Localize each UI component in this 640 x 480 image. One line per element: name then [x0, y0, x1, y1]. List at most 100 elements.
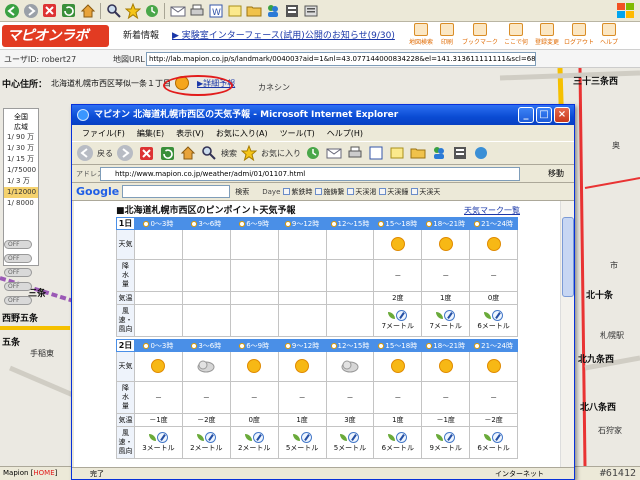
- back-button[interactable]: 戻る: [97, 148, 113, 159]
- edit-icon[interactable]: W: [207, 2, 224, 19]
- search-button[interactable]: 検索: [221, 148, 237, 159]
- wind-leaf-icon: [388, 312, 396, 319]
- home-icon[interactable]: [179, 144, 197, 162]
- folder-icon[interactable]: [245, 2, 262, 19]
- wind-cell: 5メートル: [277, 426, 327, 459]
- messenger-icon[interactable]: [430, 144, 448, 162]
- favorites-button[interactable]: お気に入り: [261, 148, 301, 159]
- temperature-value: [277, 291, 327, 305]
- wind-direction-icon: [204, 432, 216, 443]
- map-search-button[interactable]: 地図検索: [408, 23, 434, 49]
- menu-tools[interactable]: ツール(T): [280, 128, 315, 139]
- layer-toggle[interactable]: OFF: [4, 296, 32, 305]
- close-button[interactable]: ×: [554, 107, 570, 123]
- menu-help[interactable]: ヘルプ(H): [327, 128, 363, 139]
- time-slot-header: 12〜15時: [325, 217, 375, 230]
- messenger-icon[interactable]: [264, 2, 281, 19]
- search-icon[interactable]: [105, 2, 122, 19]
- settings-change-button[interactable]: 登録変更: [532, 23, 562, 49]
- empty-cell: [181, 229, 231, 260]
- edit-icon[interactable]: [367, 144, 385, 162]
- stop-icon[interactable]: [137, 144, 155, 162]
- minimize-button[interactable]: _: [518, 107, 534, 123]
- search-icon[interactable]: [200, 144, 218, 162]
- google-word-button[interactable]: 天渓天: [411, 187, 440, 197]
- sunny-icon: [421, 229, 471, 260]
- scroll-thumb[interactable]: [562, 217, 574, 297]
- scale-option-selected[interactable]: 1/12000: [4, 187, 38, 198]
- forward-icon[interactable]: [22, 2, 39, 19]
- precip-value: －: [325, 381, 375, 414]
- refresh-icon[interactable]: [158, 144, 176, 162]
- scale-option[interactable]: 1/ 3 万: [4, 176, 38, 187]
- help-button[interactable]: ヘルプ: [596, 23, 622, 49]
- popup-title-bar[interactable]: マピオン 北海道札幌市西区の天気予報 - Microsoft Internet …: [72, 105, 574, 125]
- discuss-icon[interactable]: [388, 144, 406, 162]
- forward-icon[interactable]: [116, 144, 134, 162]
- google-word-button[interactable]: 紫鉄時: [283, 187, 312, 197]
- maximize-button[interactable]: □: [536, 107, 552, 123]
- temperature-value: [134, 291, 183, 305]
- menu-view[interactable]: 表示(V): [176, 128, 204, 139]
- news-link[interactable]: ▶ 実験室インターフェース(試用)公開のお知らせ(9/30): [172, 28, 395, 41]
- wind-direction-icon: [396, 310, 408, 321]
- history-icon[interactable]: [304, 144, 322, 162]
- google-search-button[interactable]: 検索: [233, 187, 251, 197]
- mail-icon[interactable]: [325, 144, 343, 162]
- time-slot-header: 3〜6時: [181, 339, 231, 352]
- mapion-lab-logo[interactable]: マピオンラボ: [2, 25, 109, 47]
- google-search-input[interactable]: [122, 185, 231, 198]
- layer-toggle[interactable]: OFF: [4, 254, 32, 263]
- go-button[interactable]: 移動: [534, 167, 570, 181]
- menu-edit[interactable]: 編集(E): [137, 128, 164, 139]
- research-icon[interactable]: [283, 2, 300, 19]
- popup-title: マピオン 北海道札幌市西区の天気予報 - Microsoft Internet …: [94, 110, 399, 120]
- weather-mark-list-link[interactable]: 天気マーク一覧: [464, 205, 520, 216]
- discuss-icon[interactable]: [226, 2, 243, 19]
- refresh-icon[interactable]: [60, 2, 77, 19]
- mail-icon[interactable]: [169, 2, 186, 19]
- back-icon[interactable]: [3, 2, 20, 19]
- research-icon[interactable]: [451, 144, 469, 162]
- popup-scrollbar[interactable]: [560, 201, 574, 467]
- favorites-icon[interactable]: [240, 144, 258, 162]
- logout-button[interactable]: ログアウト: [562, 23, 596, 49]
- layer-toggle[interactable]: OFF: [4, 240, 32, 249]
- scale-option[interactable]: 1/ 30 万: [4, 143, 38, 154]
- wind-cell: 6メートル: [469, 426, 518, 459]
- map-url-field[interactable]: http://lab.mapion.co.jp/s/landmark/00400…: [146, 52, 536, 66]
- wind-cell: 6メートル: [373, 426, 423, 459]
- tools-icon[interactable]: [472, 144, 490, 162]
- google-logo[interactable]: Google: [76, 185, 119, 198]
- google-word-button[interactable]: 施鋳繋: [315, 187, 344, 197]
- ie-icon: [77, 109, 89, 121]
- layer-toggle[interactable]: OFF: [4, 282, 32, 291]
- moon-icon: [330, 342, 337, 349]
- scale-option[interactable]: 1/ 15 万: [4, 154, 38, 165]
- menu-file[interactable]: ファイル(F): [82, 128, 125, 139]
- history-icon[interactable]: [143, 2, 160, 19]
- print-button[interactable]: 印刷: [434, 23, 460, 49]
- print-icon[interactable]: [188, 2, 205, 19]
- google-word-button[interactable]: 天渓渇: [347, 187, 376, 197]
- tools-icon[interactable]: [302, 2, 319, 19]
- home-link[interactable]: HOME: [33, 469, 54, 477]
- menu-favorites[interactable]: お気に入り(A): [216, 128, 268, 139]
- address-input[interactable]: http://www.mapion.co.jp/weather/admi/01/…: [100, 167, 520, 181]
- stop-icon[interactable]: [41, 2, 58, 19]
- home-icon[interactable]: [79, 2, 96, 19]
- google-word-button[interactable]: 天渓鐘: [379, 187, 408, 197]
- scale-option[interactable]: 1/ 8000: [4, 198, 38, 209]
- bookmark-button[interactable]: ブックマーク: [460, 23, 500, 49]
- folder-icon[interactable]: [409, 144, 427, 162]
- sunny-icon: [469, 229, 518, 260]
- scale-option[interactable]: 1/ 90 万: [4, 132, 38, 143]
- map-label-city: 市: [610, 261, 618, 270]
- favorites-icon[interactable]: [124, 2, 141, 19]
- word-icon: [315, 188, 323, 195]
- layer-toggle[interactable]: OFF: [4, 268, 32, 277]
- print-icon[interactable]: [346, 144, 364, 162]
- whats-here-button[interactable]: ここで何: [500, 23, 532, 49]
- back-icon[interactable]: [76, 144, 94, 162]
- scale-option[interactable]: 1/75000: [4, 165, 38, 176]
